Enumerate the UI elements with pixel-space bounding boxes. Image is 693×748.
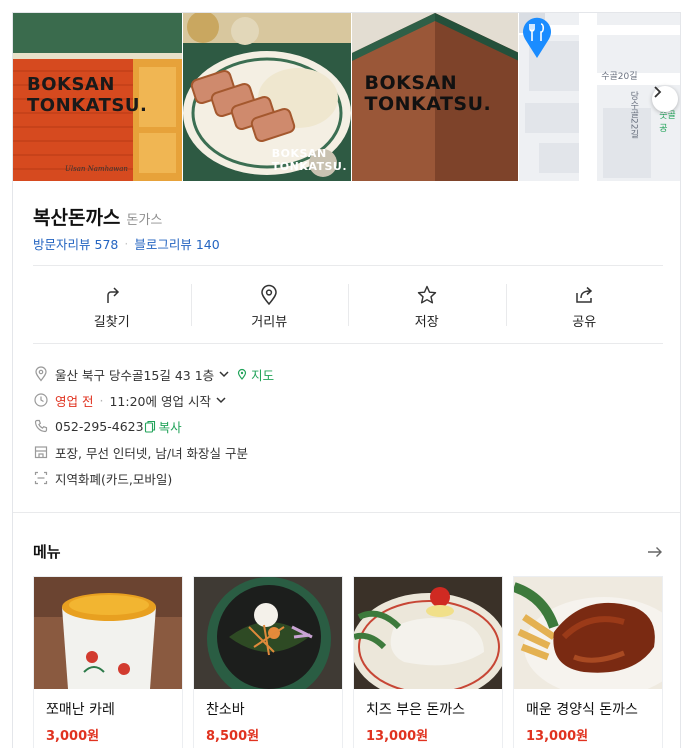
brand-logo-overlay: BOKSAN TONKATSU. — [271, 147, 348, 173]
copy-button[interactable]: 복사 — [144, 417, 182, 436]
section-divider — [13, 512, 680, 513]
photo-storefront[interactable]: BOKSAN TONKATSU. Ulsan Namhawan — [13, 13, 182, 181]
separator-dot: · — [99, 392, 104, 408]
share-label: 공유 — [572, 315, 597, 330]
map-thumbnail[interactable]: 수골20길 당수골22길 숫골공 — [519, 13, 680, 181]
menu-image-soba — [194, 577, 342, 689]
restaurant-pin-icon[interactable] — [519, 13, 555, 59]
menu-item-price: 13,000원 — [526, 729, 589, 744]
chevron-right-icon[interactable] — [652, 86, 678, 112]
divider — [33, 265, 663, 266]
share-button[interactable]: 공유 — [505, 282, 664, 342]
address-row: 울산 북구 당수골15길 43 1층 지도 — [33, 361, 663, 387]
menu-item[interactable]: 찬소바 8,500원 — [193, 576, 343, 748]
menu-item[interactable]: 매운 경양식 돈까스 13,000원 — [513, 576, 663, 748]
copy-icon — [144, 420, 155, 433]
payment-text: 지역화폐(카드,모바일) — [55, 471, 173, 487]
hours-row[interactable]: 영업 전 · 11:20에 영업 시작 — [33, 387, 663, 413]
menu-item[interactable]: 쪼매난 카레 3,000원 — [33, 576, 183, 748]
place-name: 복산돈까스 — [33, 207, 121, 229]
menu-item-name: 매운 경양식 돈까스 — [526, 702, 638, 718]
map-pin-icon — [238, 368, 247, 380]
menu-header: 메뉴 — [33, 541, 663, 562]
map-street-label: 수골20길 — [601, 72, 638, 82]
menu-image-spicy-tonkatsu — [514, 577, 662, 689]
directions-label: 길찾기 — [93, 315, 130, 330]
review-links: 방문자리뷰 578 · 블로그리뷰 140 — [33, 234, 220, 253]
location-pin-icon — [35, 366, 47, 382]
visitor-reviews-link[interactable]: 방문자리뷰 578 — [33, 234, 118, 253]
clock-icon — [34, 393, 48, 407]
street-view-button[interactable]: 거리뷰 — [190, 282, 349, 342]
menu-image-cheese-tonkatsu — [354, 577, 502, 689]
directions-icon — [107, 287, 119, 303]
place-card: BOKSAN TONKATSU. Ulsan Namhawan BOKSAN T… — [12, 12, 681, 748]
brand-logo: BOKSAN TONKATSU. — [27, 74, 148, 116]
address-text: 울산 북구 당수골15길 43 1층 — [55, 367, 215, 383]
location-pin-icon — [261, 284, 278, 306]
menu-item-price: 3,000원 — [46, 729, 100, 744]
signature: Ulsan Namhawan — [65, 165, 128, 173]
photo-tonkatsu-dish[interactable]: BOKSAN TONKATSU. — [182, 13, 351, 181]
map-street-label-2: 당수골22길 — [628, 91, 639, 139]
menu-image-curry — [34, 577, 182, 689]
menu-item-name: 찬소바 — [206, 702, 245, 718]
phone-number[interactable]: 052-295-4623 — [55, 419, 144, 434]
arrow-right-icon[interactable] — [647, 546, 663, 558]
menu-item-price: 8,500원 — [206, 729, 260, 744]
separator-dot: · — [124, 236, 129, 251]
menu-list: 쪼매난 카레 3,000원 찬소바 8,500원 치즈 부은 돈까스 13,00… — [33, 576, 663, 748]
menu-title: 메뉴 — [33, 543, 61, 561]
phone-row: 052-295-4623 복사 — [33, 413, 663, 439]
chevron-down-icon[interactable] — [215, 394, 227, 406]
street-view-label: 거리뷰 — [251, 315, 288, 330]
directions-button[interactable]: 길찾기 — [33, 282, 191, 342]
amenities-row: 포장, 무선 인터넷, 남/녀 화장실 구분 — [33, 439, 663, 465]
photo-strip: BOKSAN TONKATSU. Ulsan Namhawan BOKSAN T… — [13, 13, 680, 181]
save-label: 저장 — [414, 315, 439, 330]
star-icon — [417, 285, 436, 304]
payment-row: 지역화폐(카드,모바일) — [33, 465, 663, 491]
card-scan-icon — [34, 471, 48, 485]
share-icon — [576, 286, 593, 303]
place-category: 돈가스 — [126, 213, 163, 228]
divider — [33, 343, 663, 344]
amenities-text: 포장, 무선 인터넷, 남/녀 화장실 구분 — [55, 445, 249, 461]
chevron-down-icon[interactable] — [218, 368, 230, 380]
menu-item-name: 쪼매난 카레 — [46, 702, 115, 718]
menu-item-price: 13,000원 — [366, 729, 429, 744]
save-button[interactable]: 저장 — [348, 282, 506, 342]
action-bar: 길찾기 거리뷰 저장 공유 — [33, 282, 663, 342]
open-time-text: 11:20에 영업 시작 — [109, 393, 211, 409]
phone-icon — [34, 419, 48, 433]
blog-reviews-link[interactable]: 블로그리뷰 140 — [134, 234, 219, 253]
brand-sign: BOKSAN TONKATSU. — [364, 72, 492, 115]
menu-item-name: 치즈 부은 돈까스 — [366, 702, 466, 718]
place-info-list: 울산 북구 당수골15길 43 1층 지도 영업 전 · 11:20에 영업 시… — [33, 361, 663, 491]
store-icon — [34, 446, 48, 459]
status-badge: 영업 전 — [55, 393, 94, 409]
map-link[interactable]: 지도 — [236, 365, 274, 384]
menu-item[interactable]: 치즈 부은 돈까스 13,000원 — [353, 576, 503, 748]
place-title: 복산돈까스 돈가스 — [33, 203, 162, 230]
photo-sign-wall[interactable]: BOKSAN TONKATSU. — [351, 13, 519, 181]
